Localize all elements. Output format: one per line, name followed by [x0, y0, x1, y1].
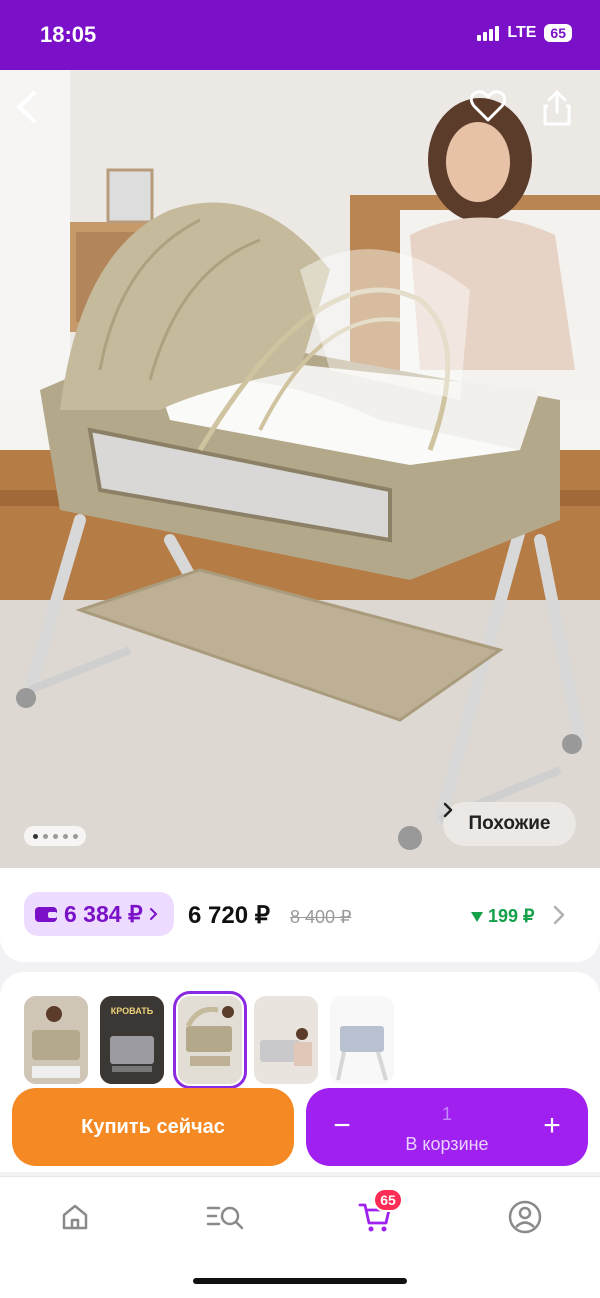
catalog-search-icon	[206, 1206, 244, 1230]
current-price: 6 720 ₽	[188, 902, 270, 929]
buy-now-button[interactable]: Купить сейчас	[12, 1088, 294, 1166]
chevron-right-icon	[149, 908, 158, 920]
status-bar: 18:05 LTE 65	[0, 0, 600, 70]
cart-quantity-control: − 1 В корзине +	[306, 1088, 588, 1166]
tab-profile[interactable]	[503, 1195, 547, 1239]
thumbnail-2[interactable]: КРОВАТЬ	[100, 996, 164, 1084]
thumbnail-3-selected[interactable]	[173, 991, 247, 1089]
share-icon	[543, 90, 571, 126]
chevron-right-icon	[443, 802, 453, 818]
signal-icon	[477, 25, 500, 41]
gallery-pagination	[24, 826, 86, 846]
old-price: 8 400 ₽	[290, 907, 352, 927]
similar-button[interactable]: Похожие	[443, 802, 576, 846]
status-right: LTE 65	[477, 24, 572, 42]
thumbnail-2-text: КРОВАТЬ	[111, 1006, 154, 1016]
pagination-dot	[42, 833, 48, 839]
similar-label: Похожие	[468, 813, 551, 834]
pagination-dot	[62, 833, 68, 839]
tab-home[interactable]	[53, 1195, 97, 1239]
bonus-points[interactable]: 199 ₽	[470, 906, 535, 927]
wallet-price-badge[interactable]: 6 384 ₽	[24, 892, 174, 936]
network-label: LTE	[507, 24, 537, 41]
home-icon	[62, 1204, 88, 1230]
home-indicator	[193, 1278, 407, 1284]
thumbnail-1[interactable]	[24, 996, 88, 1084]
cart-count-badge: 65	[373, 1188, 403, 1212]
back-button[interactable]	[14, 90, 58, 134]
thumbnail-5[interactable]	[330, 996, 394, 1084]
product-photo	[0, 70, 600, 868]
pagination-dot	[72, 833, 78, 839]
product-gallery[interactable]: Похожие	[0, 70, 600, 868]
triangle-down-icon	[471, 911, 483, 922]
increase-quantity-button[interactable]: +	[534, 1108, 570, 1144]
pagination-dot	[32, 833, 38, 839]
wallet-icon	[35, 907, 57, 922]
favorite-button[interactable]	[470, 90, 514, 134]
pagination-dot	[52, 833, 58, 839]
chevron-left-icon	[17, 91, 36, 123]
wallet-price: 6 384 ₽	[64, 900, 143, 927]
heart-icon	[470, 90, 506, 122]
thumbnail-4[interactable]	[254, 996, 318, 1084]
status-time: 18:05	[40, 22, 97, 47]
share-button[interactable]	[542, 90, 586, 134]
chevron-right-icon[interactable]	[552, 904, 566, 926]
tab-catalog-search[interactable]	[203, 1195, 247, 1239]
bonus-value: 199 ₽	[488, 906, 535, 926]
battery-icon: 65	[544, 24, 572, 42]
price-card[interactable]: 6 384 ₽ 6 720 ₽ 8 400 ₽ 199 ₽	[0, 868, 600, 962]
profile-icon	[508, 1200, 542, 1234]
